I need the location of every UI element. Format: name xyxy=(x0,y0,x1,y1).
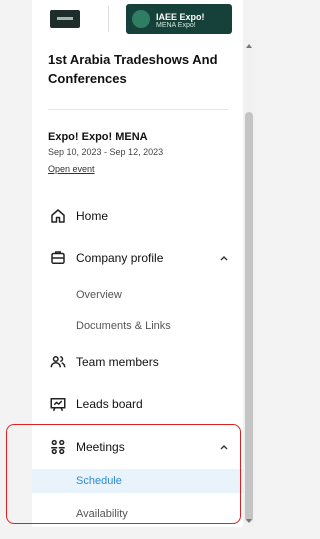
divider xyxy=(48,109,228,110)
event-dates: Sep 10, 2023 - Sep 12, 2023 xyxy=(48,147,164,157)
scroll-thumb[interactable] xyxy=(245,112,253,522)
nav-label-company-profile: Company profile xyxy=(76,251,164,265)
sub-label-documents-links: Documents & Links xyxy=(76,320,171,332)
event-name: Expo! Expo! MENA xyxy=(48,131,148,143)
meetings-icon xyxy=(51,439,65,455)
sub-item-overview[interactable]: Overview xyxy=(32,283,243,307)
event-logo-subtext: MENA Expo! xyxy=(156,22,196,29)
sub-label-schedule: Schedule xyxy=(76,475,122,487)
sub-item-schedule[interactable]: Schedule xyxy=(32,469,243,493)
home-icon xyxy=(51,209,65,223)
sub-item-availability[interactable]: Availability xyxy=(32,502,243,526)
nav-label-leads-board: Leads board xyxy=(76,397,143,411)
nav-label-meetings: Meetings xyxy=(76,440,125,454)
event-logo: IAEE Expo! MENA Expo! xyxy=(126,4,232,34)
sidebar-scrollbar[interactable] xyxy=(243,40,255,527)
nav-item-team-members[interactable]: Team members xyxy=(32,347,243,377)
open-event-link[interactable]: Open event xyxy=(48,164,95,174)
scroll-up-arrow-icon[interactable] xyxy=(246,44,252,48)
nav-item-company-profile[interactable]: Company profile xyxy=(32,243,243,273)
logo-divider xyxy=(108,6,109,32)
sub-label-availability: Availability xyxy=(76,508,128,520)
team-icon xyxy=(50,356,66,368)
exhibition-title: 1st Arabia Tradeshows And Conferences xyxy=(48,52,218,86)
leads-board-icon xyxy=(50,398,66,412)
event-logo-text: IAEE Expo! xyxy=(156,12,205,22)
sub-label-overview: Overview xyxy=(76,289,122,301)
organizer-logo xyxy=(50,10,80,28)
logo-bar: IAEE Expo! MENA Expo! xyxy=(46,2,236,34)
sub-item-documents-links[interactable]: Documents & Links xyxy=(32,314,243,338)
chevron-up-icon[interactable] xyxy=(219,442,229,452)
sidebar-panel: IAEE Expo! MENA Expo! 1st Arabia Tradesh… xyxy=(32,0,243,527)
chevron-up-icon[interactable] xyxy=(219,253,229,263)
nav-item-meetings[interactable]: Meetings xyxy=(32,432,243,462)
nav-label-team-members: Team members xyxy=(76,355,159,369)
scroll-down-arrow-icon[interactable] xyxy=(246,519,252,523)
company-icon xyxy=(51,251,65,264)
nav-item-home[interactable]: Home xyxy=(32,201,243,231)
nav-label-home: Home xyxy=(76,209,109,223)
nav-item-leads-board[interactable]: Leads board xyxy=(32,389,243,419)
event-logo-mark xyxy=(132,10,150,28)
